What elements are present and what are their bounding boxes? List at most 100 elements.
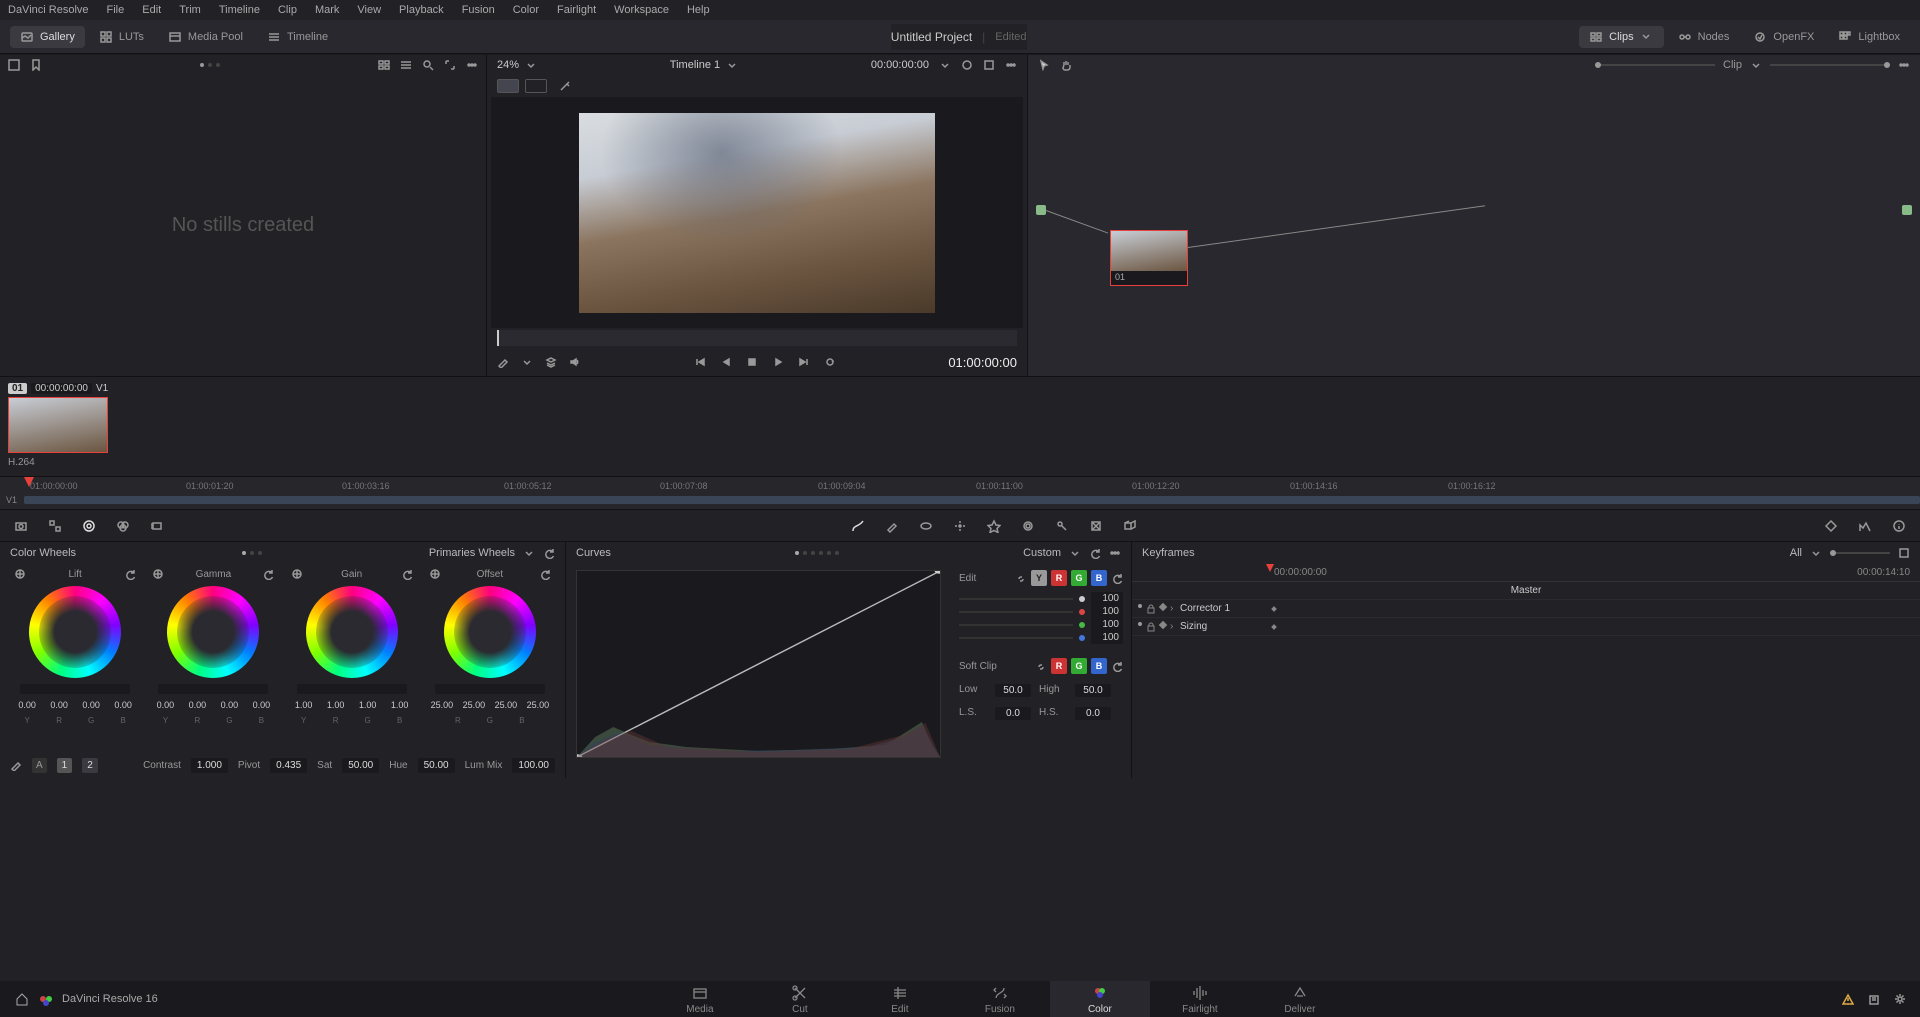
3d-icon[interactable] [1123, 519, 1137, 533]
wheel-value[interactable]: 25.00 [428, 700, 456, 710]
blur-icon[interactable] [1021, 519, 1035, 533]
menu-item[interactable]: DaVinci Resolve [8, 4, 89, 16]
kf-diamond-icon[interactable] [1159, 602, 1167, 610]
window-icon[interactable] [919, 519, 933, 533]
chevron-down-icon[interactable] [1810, 547, 1822, 559]
color-wheel[interactable] [306, 586, 398, 678]
wheel-value[interactable]: 25.00 [460, 700, 488, 710]
wheel-value[interactable]: 1.00 [322, 700, 350, 710]
clip-dropdown[interactable]: Clip [1723, 59, 1742, 71]
clip-card[interactable]: 01 00:00:00:00 V1 H.264 [8, 381, 110, 468]
reset-icon[interactable] [539, 568, 551, 580]
wheel-value[interactable]: 0.00 [109, 700, 137, 710]
sc-hs[interactable]: 0.0 [1075, 707, 1111, 720]
loop-icon[interactable] [824, 356, 836, 368]
color-wheel[interactable] [29, 586, 121, 678]
node-output[interactable] [1902, 205, 1912, 215]
expand-icon[interactable] [1898, 547, 1910, 559]
detail-view-icon[interactable] [400, 59, 412, 71]
luts-button[interactable]: LUTs [89, 26, 154, 48]
more-icon[interactable] [1898, 59, 1910, 71]
pagetab-color[interactable]: Color [1050, 981, 1150, 1017]
clips-button[interactable]: Clips [1579, 26, 1663, 48]
sc-high[interactable]: 50.0 [1075, 684, 1111, 697]
timeline-track[interactable]: V1 [0, 493, 1920, 507]
openfx-button[interactable]: OpenFX [1743, 26, 1824, 48]
channel-slider[interactable] [959, 637, 1073, 639]
zoom-value[interactable]: 24% [497, 59, 519, 71]
stills-marker-icon[interactable] [30, 59, 42, 71]
menu-item[interactable]: Edit [142, 4, 161, 16]
kf-ruler[interactable]: 00:00:00:00 00:00:14:10 [1132, 564, 1920, 582]
page-2-toggle[interactable]: 2 [82, 758, 98, 773]
rgb-mixer-icon[interactable] [116, 519, 130, 533]
target-icon[interactable] [291, 568, 303, 580]
menu-item[interactable]: Fusion [462, 4, 495, 16]
curves-icon[interactable] [851, 519, 865, 533]
home-icon[interactable] [14, 991, 30, 1007]
arrow-cursor-icon[interactable] [1038, 59, 1050, 71]
chevron-right-icon[interactable]: › [1170, 603, 1180, 614]
master-bar[interactable] [435, 684, 545, 694]
hue-value[interactable]: 50.00 [418, 758, 455, 773]
menu-item[interactable]: Workspace [614, 4, 669, 16]
scopes-icon[interactable] [1858, 519, 1872, 533]
wheel-value[interactable]: 0.00 [45, 700, 73, 710]
wheel-value[interactable]: 25.00 [492, 700, 520, 710]
sizing-icon[interactable] [1089, 519, 1103, 533]
node-pan-slider[interactable] [1770, 64, 1890, 66]
menu-item[interactable]: Trim [179, 4, 201, 16]
master-bar[interactable] [297, 684, 407, 694]
node-canvas[interactable]: 01 [1028, 75, 1920, 376]
menu-item[interactable]: Color [513, 4, 539, 16]
project-settings-icon[interactable] [1868, 993, 1880, 1005]
pagetab-fusion[interactable]: Fusion [950, 981, 1050, 1017]
channel-r-button[interactable]: R [1051, 570, 1067, 586]
more-icon[interactable] [1005, 59, 1017, 71]
wheel-value[interactable]: 0.00 [13, 700, 41, 710]
page-1-toggle[interactable]: 1 [57, 758, 73, 773]
reset-icon[interactable] [543, 547, 555, 559]
chevron-down-icon[interactable] [525, 59, 537, 71]
reset-icon[interactable] [124, 568, 136, 580]
chevron-down-icon[interactable] [1069, 547, 1081, 559]
color-wheel[interactable] [444, 586, 536, 678]
timeline-button[interactable]: Timeline [257, 26, 338, 48]
menu-item[interactable]: Mark [315, 4, 339, 16]
pagetab-deliver[interactable]: Deliver [1250, 981, 1350, 1017]
expand-icon[interactable] [983, 59, 995, 71]
chevron-down-icon[interactable] [939, 59, 951, 71]
kf-playhead-icon[interactable] [1266, 564, 1274, 572]
motion-effects-icon[interactable] [150, 519, 164, 533]
viewer-tab-2[interactable] [525, 79, 547, 93]
warning-icon[interactable] [1842, 993, 1854, 1005]
chevron-right-icon[interactable]: › [1170, 621, 1180, 632]
timeline-clip-bar[interactable] [24, 496, 1920, 504]
key-icon[interactable] [1055, 519, 1069, 533]
kf-row-sizing[interactable]: › Sizing [1132, 618, 1920, 636]
kf-diamond-icon[interactable] [1159, 620, 1167, 628]
sc-b-button[interactable]: B [1091, 658, 1107, 674]
link-icon[interactable] [1015, 572, 1027, 584]
wheel-value[interactable]: 1.00 [290, 700, 318, 710]
sc-low[interactable]: 50.0 [995, 684, 1031, 697]
reset-icon[interactable] [262, 568, 274, 580]
channel-value[interactable]: 100 [1091, 631, 1123, 644]
gear-icon[interactable] [1894, 993, 1906, 1005]
wand-icon[interactable] [559, 80, 571, 92]
channel-value[interactable]: 100 [1091, 618, 1123, 631]
node-01[interactable]: 01 [1110, 230, 1188, 286]
wheel-value[interactable]: 1.00 [354, 700, 382, 710]
link-icon[interactable] [1035, 660, 1047, 672]
menu-item[interactable]: File [107, 4, 125, 16]
primaries-mode[interactable]: Primaries Wheels [429, 547, 515, 559]
pivot-value[interactable]: 0.435 [270, 758, 307, 773]
wheel-value[interactable]: 0.00 [247, 700, 275, 710]
stills-view-icon[interactable] [8, 59, 20, 71]
clip-thumbnail[interactable] [8, 397, 108, 453]
kf-master-row[interactable]: Master [1132, 582, 1920, 600]
target-icon[interactable] [152, 568, 164, 580]
reset-icon[interactable] [1089, 547, 1101, 559]
curves-mode[interactable]: Custom [1023, 547, 1061, 559]
master-bar[interactable] [20, 684, 130, 694]
